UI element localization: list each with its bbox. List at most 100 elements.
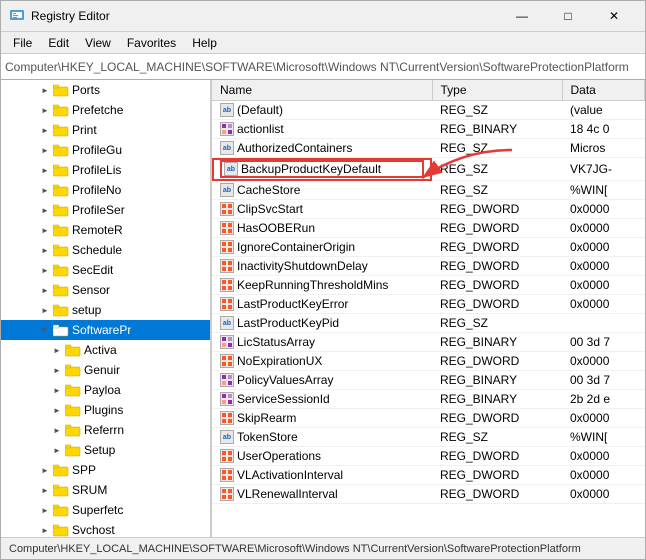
folder-icon [53,284,69,297]
name-text: (Default) [237,103,283,117]
tree-label: ProfileGu [72,143,122,157]
tree-toggle[interactable]: ► [37,522,53,537]
reg-dword-icon [220,411,234,425]
table-row[interactable]: ab(Default)REG_SZ(value [212,101,645,120]
table-row[interactable]: abAuthorizedContainersREG_SZMicros [212,139,645,158]
tree-toggle[interactable]: ► [49,342,65,358]
tree-toggle[interactable]: ► [49,402,65,418]
menu-item-file[interactable]: File [5,34,40,52]
name-cell: abCacheStore [220,183,424,197]
tree-toggle[interactable]: ► [37,102,53,118]
table-row[interactable]: UserOperationsREG_DWORD0x0000 [212,447,645,466]
tree-toggle[interactable]: ► [37,302,53,318]
table-row[interactable]: LastProductKeyErrorREG_DWORD0x0000 [212,295,645,314]
table-row[interactable]: abBackupProductKeyDefaultREG_SZVK7JG- [212,158,645,181]
cell-data: 0x0000 [562,447,645,466]
tree-toggle[interactable]: ► [49,442,65,458]
tree-item-0[interactable]: ► Ports [1,80,210,100]
name-cell: SkipRearm [220,411,424,425]
tree-toggle[interactable]: ► [37,222,53,238]
tree-toggle[interactable]: ► [37,122,53,138]
table-row[interactable]: InactivityShutdownDelayREG_DWORD0x0000 [212,257,645,276]
tree-item-15[interactable]: ► Payloa [1,380,210,400]
tree-item-10[interactable]: ► Sensor [1,280,210,300]
cell-name: InactivityShutdownDelay [212,257,432,276]
cell-type: REG_SZ [432,158,562,181]
maximize-button[interactable]: □ [545,1,591,32]
tree-item-7[interactable]: ► RemoteR [1,220,210,240]
table-row[interactable]: VLRenewalIntervalREG_DWORD0x0000 [212,485,645,504]
tree-toggle[interactable]: ► [37,162,53,178]
tree-item-2[interactable]: ► Print [1,120,210,140]
tree-toggle[interactable]: ► [49,382,65,398]
tree-toggle[interactable]: ► [37,262,53,278]
tree-item-3[interactable]: ► ProfileGu [1,140,210,160]
tree-label: Activa [84,343,117,357]
tree-item-4[interactable]: ► ProfileLis [1,160,210,180]
table-row[interactable]: SkipRearmREG_DWORD0x0000 [212,409,645,428]
table-row[interactable]: VLActivationIntervalREG_DWORD0x0000 [212,466,645,485]
tree-toggle[interactable]: ► [37,322,53,338]
table-row[interactable]: PolicyValuesArrayREG_BINARY00 3d 7 [212,371,645,390]
table-row[interactable]: LicStatusArrayREG_BINARY00 3d 7 [212,333,645,352]
menu-item-favorites[interactable]: Favorites [119,34,184,52]
close-button[interactable]: ✕ [591,1,637,32]
minimize-button[interactable]: — [499,1,545,32]
tree-item-5[interactable]: ► ProfileNo [1,180,210,200]
tree-toggle[interactable]: ► [49,422,65,438]
tree-toggle[interactable]: ► [49,362,65,378]
reg-dword-icon [220,278,234,292]
table-row[interactable]: IgnoreContainerOriginREG_DWORD0x0000 [212,238,645,257]
name-text: ServiceSessionId [237,392,330,406]
name-text: KeepRunningThresholdMins [237,278,388,292]
tree-item-17[interactable]: ► Referrn [1,420,210,440]
tree-item-11[interactable]: ► setup [1,300,210,320]
tree-item-16[interactable]: ► Plugins [1,400,210,420]
tree-toggle[interactable]: ► [37,482,53,498]
col-header-data[interactable]: Data [562,80,645,101]
tree-item-9[interactable]: ► SecEdit [1,260,210,280]
tree-item-13[interactable]: ► Activa [1,340,210,360]
cell-data: 0x0000 [562,466,645,485]
cell-name: KeepRunningThresholdMins [212,276,432,295]
table-row[interactable]: NoExpirationUXREG_DWORD0x0000 [212,352,645,371]
cell-type: REG_DWORD [432,409,562,428]
table-row[interactable]: abCacheStoreREG_SZ%WIN[ [212,181,645,200]
table-row[interactable]: KeepRunningThresholdMinsREG_DWORD0x0000 [212,276,645,295]
tree-item-21[interactable]: ► Superfetc [1,500,210,520]
table-row[interactable]: abLastProductKeyPidREG_SZ [212,314,645,333]
tree-toggle[interactable]: ► [37,462,53,478]
menu-item-help[interactable]: Help [184,34,225,52]
name-cell: IgnoreContainerOrigin [220,240,424,254]
menu-item-view[interactable]: View [77,34,119,52]
menu-item-edit[interactable]: Edit [40,34,77,52]
tree-item-20[interactable]: ► SRUM [1,480,210,500]
tree-toggle[interactable]: ► [37,182,53,198]
table-row[interactable]: ClipSvcStartREG_DWORD0x0000 [212,200,645,219]
tree-toggle[interactable]: ► [37,502,53,518]
table-row[interactable]: actionlistREG_BINARY18 4c 0 [212,120,645,139]
tree-item-12[interactable]: ► SoftwarePr [1,320,210,340]
table-row[interactable]: abTokenStoreREG_SZ%WIN[ [212,428,645,447]
col-header-name[interactable]: Name [212,80,432,101]
col-header-type[interactable]: Type [432,80,562,101]
tree-item-22[interactable]: ► Svchost [1,520,210,537]
tree-toggle[interactable]: ► [37,82,53,98]
tree-item-1[interactable]: ► Prefetche [1,100,210,120]
tree-item-14[interactable]: ► Genuir [1,360,210,380]
sidebar[interactable]: ► Ports► Prefetche► Print► ProfileGu► Pr… [1,80,211,537]
table-row[interactable]: HasOOBERunREG_DWORD0x0000 [212,219,645,238]
tree-item-18[interactable]: ► Setup [1,440,210,460]
cell-type: REG_BINARY [432,120,562,139]
main-area: ► Ports► Prefetche► Print► ProfileGu► Pr… [1,80,645,537]
tree-toggle[interactable]: ► [37,282,53,298]
cell-type: REG_SZ [432,428,562,447]
table-row[interactable]: ServiceSessionIdREG_BINARY2b 2d e [212,390,645,409]
tree-item-8[interactable]: ► Schedule [1,240,210,260]
tree-toggle[interactable]: ► [37,202,53,218]
folder-icon [53,504,69,517]
tree-item-6[interactable]: ► ProfileSer [1,200,210,220]
tree-toggle[interactable]: ► [37,242,53,258]
tree-item-19[interactable]: ► SPP [1,460,210,480]
tree-toggle[interactable]: ► [37,142,53,158]
